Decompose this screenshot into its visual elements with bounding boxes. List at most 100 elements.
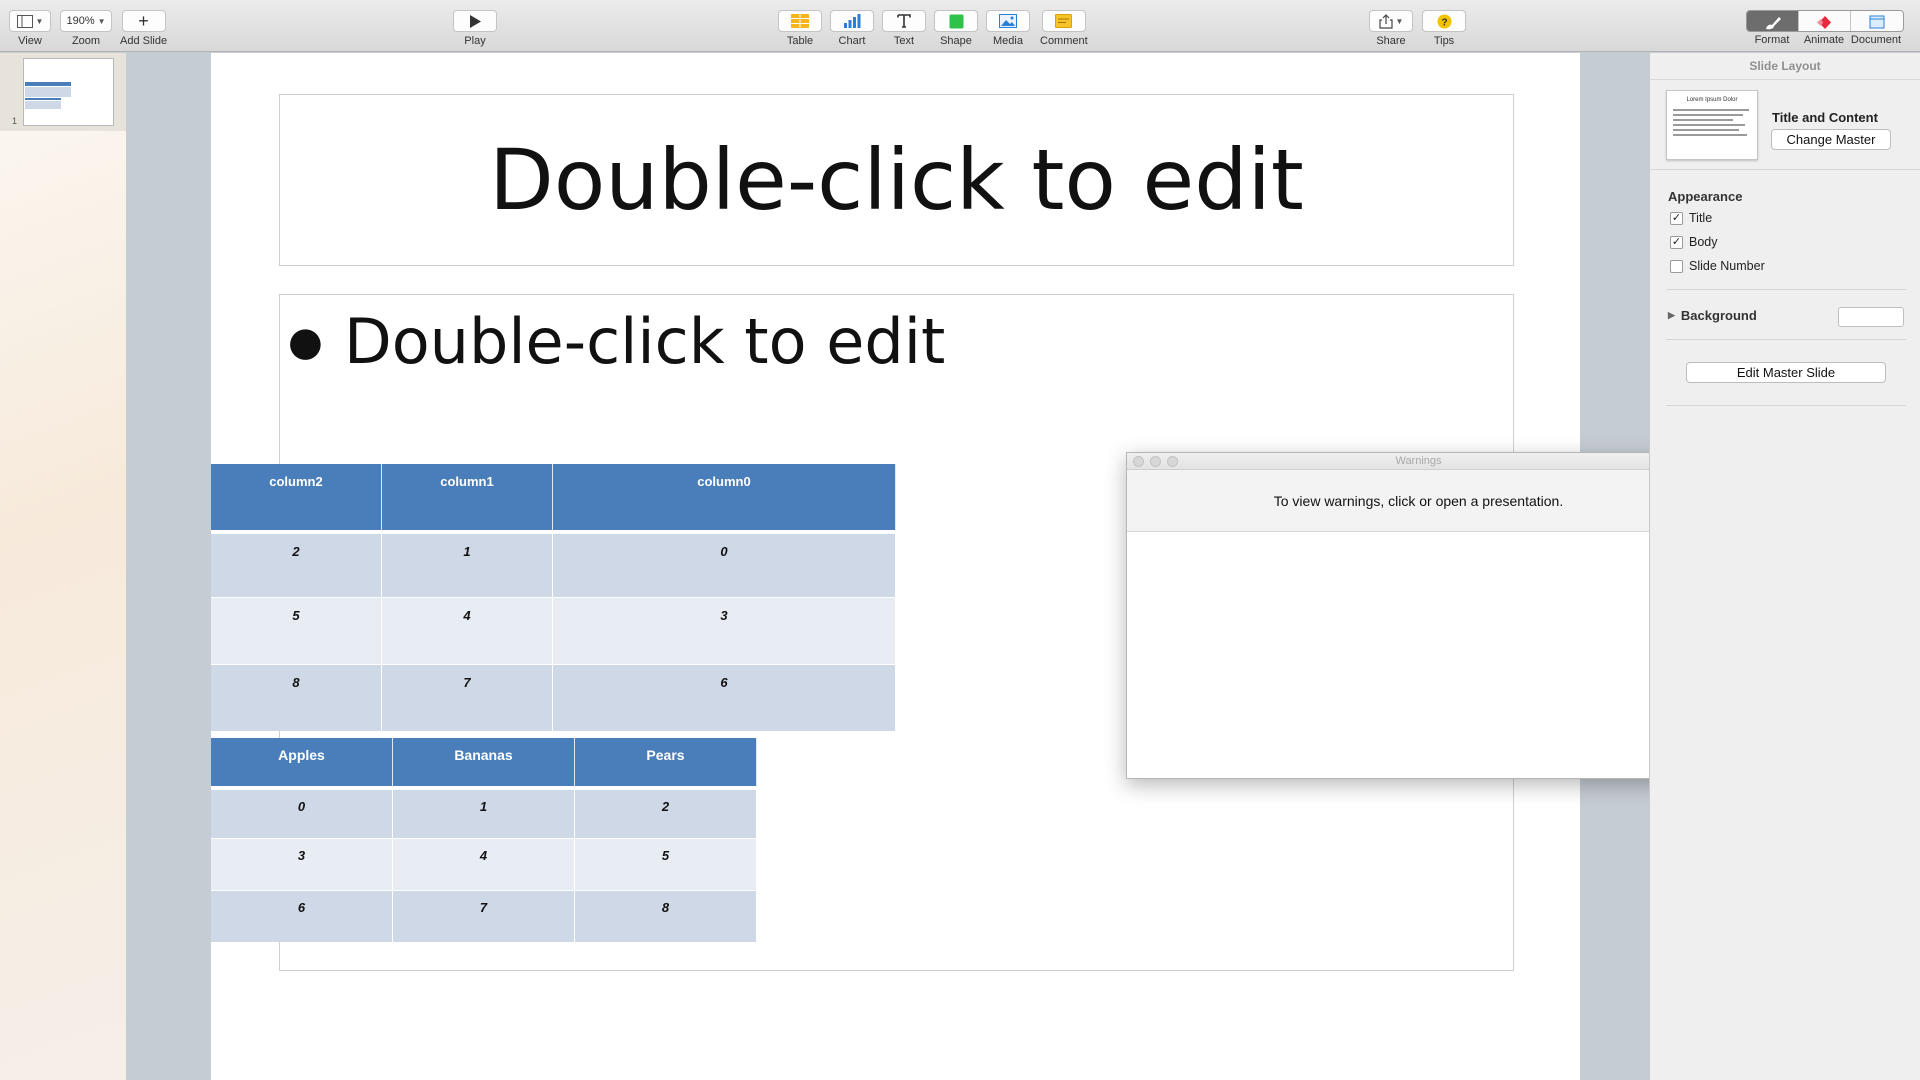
- background-color-well[interactable]: [1838, 307, 1904, 327]
- table-header-row: column2 column1 column0: [211, 464, 896, 530]
- table-row: 5 4 3: [211, 597, 896, 664]
- media-button[interactable]: [986, 10, 1030, 32]
- table-cell[interactable]: 2: [211, 530, 382, 597]
- table-cell[interactable]: 5: [211, 597, 382, 664]
- table-row: 0 1 2: [211, 786, 757, 838]
- animate-button[interactable]: [1799, 11, 1851, 31]
- slide-number-checkbox-row[interactable]: Slide Number: [1670, 259, 1765, 273]
- table-columns[interactable]: column2 column1 column0 2 1 0 5 4 3 8 7 …: [211, 464, 896, 731]
- document-button[interactable]: [1851, 11, 1903, 31]
- table-cell[interactable]: 2: [575, 786, 757, 838]
- sidebar-layout-icon: [16, 14, 33, 28]
- play-button[interactable]: [453, 10, 497, 32]
- table-cell[interactable]: 8: [575, 890, 757, 942]
- layout-thumb-title: Lorem Ipsum Dolor: [1686, 97, 1738, 103]
- layout-name: Title and Content: [1772, 110, 1878, 125]
- toolbar: ▼ View 190% ▼ Zoom + Add Slide Play Tabl…: [0, 0, 1920, 52]
- table-header-cell[interactable]: Pears: [575, 738, 757, 786]
- table-cell[interactable]: 1: [382, 530, 553, 597]
- add-slide-button[interactable]: +: [121, 10, 166, 32]
- window-controls: [1133, 456, 1178, 467]
- body-checkbox-row[interactable]: ✓ Body: [1670, 235, 1718, 249]
- table-header-cell[interactable]: column0: [553, 464, 896, 530]
- table-cell[interactable]: 3: [211, 838, 393, 890]
- title-text: Double-click to edit: [489, 131, 1304, 229]
- image-icon: [999, 14, 1017, 28]
- bar-chart-icon: [844, 14, 861, 28]
- document-icon: [1869, 15, 1885, 28]
- thumb-table2-header: [25, 98, 61, 100]
- text-label: Text: [893, 35, 915, 47]
- table-cell[interactable]: 4: [382, 597, 553, 664]
- play-label: Play: [464, 35, 486, 47]
- slide-number-checkbox[interactable]: [1670, 259, 1683, 273]
- view-button[interactable]: ▼: [9, 10, 51, 32]
- table-header-cell[interactable]: column1: [382, 464, 553, 530]
- svg-text:?: ?: [1441, 17, 1447, 28]
- comment-icon: [1055, 14, 1073, 28]
- table-cell[interactable]: 4: [393, 838, 575, 890]
- thumb-table2-body: [25, 101, 61, 109]
- divider: [1666, 405, 1906, 406]
- chart-button[interactable]: [830, 10, 874, 32]
- body-checkbox[interactable]: ✓: [1670, 235, 1683, 249]
- table-cell[interactable]: 1: [393, 786, 575, 838]
- table-header-cell[interactable]: Bananas: [393, 738, 575, 786]
- comment-label: Comment: [1040, 35, 1088, 47]
- table-fruits[interactable]: Apples Bananas Pears 0 1 2 3 4 5 6 7 8: [211, 738, 757, 942]
- edit-master-slide-button[interactable]: Edit Master Slide: [1686, 362, 1886, 383]
- table-cell[interactable]: 0: [211, 786, 393, 838]
- shape-label: Shape: [940, 35, 972, 47]
- table-button[interactable]: [778, 10, 822, 32]
- text-button[interactable]: [882, 10, 926, 32]
- table-cell[interactable]: 5: [575, 838, 757, 890]
- background-label: Background: [1680, 308, 1757, 323]
- change-master-button[interactable]: Change Master: [1771, 129, 1891, 150]
- table-header-cell[interactable]: column2: [211, 464, 382, 530]
- title-placeholder[interactable]: Double-click to edit: [279, 94, 1514, 266]
- shape-control: Shape: [934, 10, 978, 47]
- tips-button[interactable]: ?: [1422, 10, 1466, 32]
- checkbox-label: Slide Number: [1689, 259, 1765, 273]
- slide-thumbnail[interactable]: [23, 58, 114, 126]
- table-cell[interactable]: 7: [382, 664, 553, 731]
- table-header-cell[interactable]: Apples: [211, 738, 393, 786]
- inspector-header: Slide Layout: [1650, 53, 1920, 80]
- minimize-window-button[interactable]: [1150, 456, 1161, 467]
- slide-navigator: 1: [0, 53, 126, 1080]
- format-button[interactable]: [1747, 11, 1799, 31]
- warnings-titlebar[interactable]: Warnings: [1127, 453, 1710, 470]
- paintbrush-icon: [1765, 16, 1781, 29]
- zoom-select[interactable]: 190% ▼: [60, 10, 112, 32]
- body-text: Double-click to edit: [344, 305, 946, 378]
- table-row: 2 1 0: [211, 530, 896, 597]
- zoom-label: Zoom: [71, 35, 101, 47]
- title-checkbox[interactable]: ✓: [1670, 211, 1683, 225]
- table-cell[interactable]: 8: [211, 664, 382, 731]
- chart-label: Chart: [838, 35, 866, 47]
- share-button[interactable]: ▼: [1369, 10, 1413, 32]
- table-header-row: Apples Bananas Pears: [211, 738, 757, 786]
- animate-icon: [1816, 15, 1831, 29]
- table-cell[interactable]: 3: [553, 597, 896, 664]
- table-cell[interactable]: 6: [211, 890, 393, 942]
- add-slide-control: + Add Slide: [120, 10, 167, 47]
- checkbox-label: Title: [1689, 211, 1713, 225]
- chart-control: Chart: [830, 10, 874, 47]
- slide-thumbnail-row[interactable]: 1: [0, 53, 126, 131]
- table-cell[interactable]: 0: [553, 530, 896, 597]
- close-window-button[interactable]: [1133, 456, 1144, 467]
- inspector-panel: Slide Layout Lorem Ipsum Dolor Title and…: [1649, 53, 1920, 1080]
- zoom-control: 190% ▼ Zoom: [60, 10, 112, 47]
- shape-button[interactable]: [934, 10, 978, 32]
- layout-thumbnail[interactable]: Lorem Ipsum Dolor: [1666, 90, 1758, 160]
- comment-control: Comment: [1040, 10, 1088, 47]
- zoom-window-button[interactable]: [1167, 456, 1178, 467]
- title-checkbox-row[interactable]: ✓ Title: [1670, 211, 1712, 225]
- divider: [1666, 289, 1906, 290]
- comment-button[interactable]: [1041, 10, 1086, 32]
- table-cell[interactable]: 6: [553, 664, 896, 731]
- chevron-down-icon: ▼: [1395, 16, 1404, 26]
- table-cell[interactable]: 7: [393, 890, 575, 942]
- background-disclosure[interactable]: ▶ Background: [1668, 308, 1757, 323]
